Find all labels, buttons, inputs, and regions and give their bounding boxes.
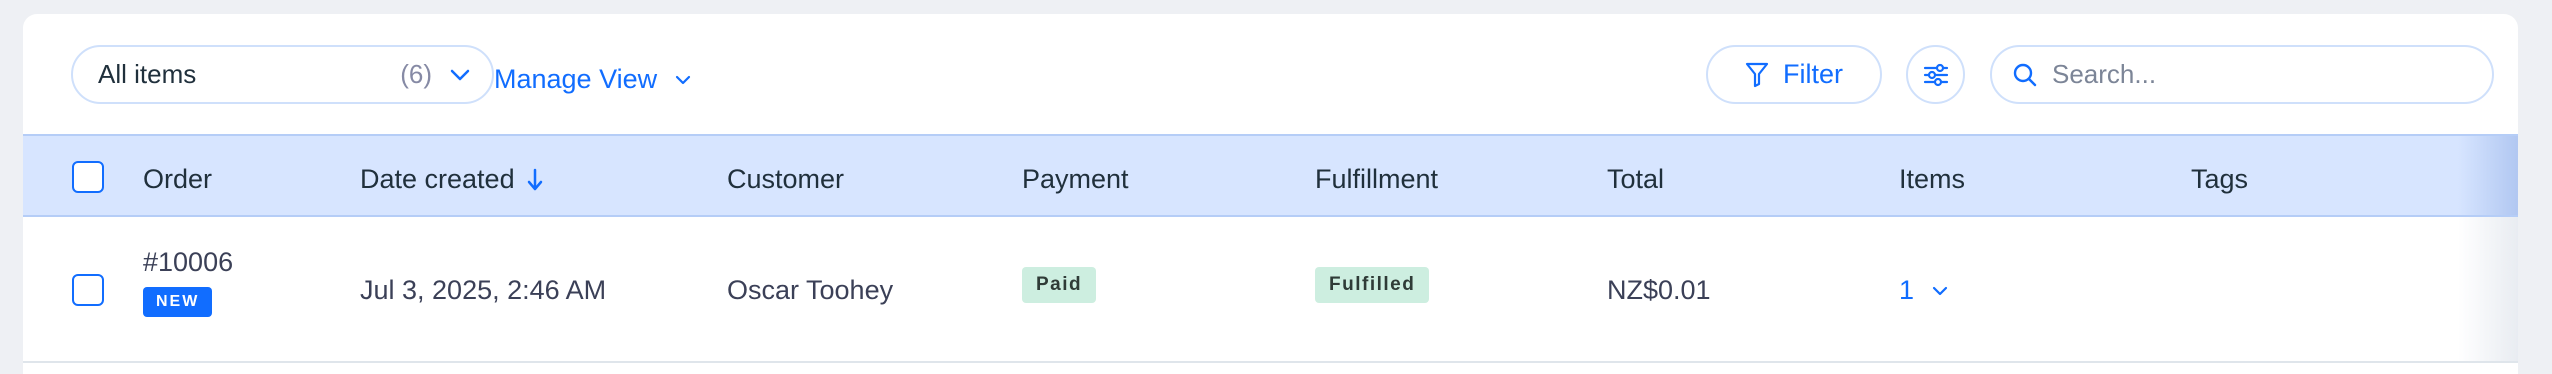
- column-header-fulfillment[interactable]: Fulfillment: [1315, 164, 1438, 195]
- column-header-tags[interactable]: Tags: [2191, 164, 2248, 195]
- column-header-payment[interactable]: Payment: [1022, 164, 1129, 195]
- view-select-label: All items: [98, 59, 197, 89]
- search-box: [1990, 45, 2494, 104]
- scroll-shadow: [2458, 136, 2518, 215]
- table-row[interactable]: #10006 NEW Jul 3, 2025, 2:46 AM Oscar To…: [23, 217, 2518, 363]
- chevron-down-icon: [1932, 286, 1948, 296]
- column-header-date-created-label: Date created: [360, 164, 515, 194]
- column-header-total[interactable]: Total: [1607, 164, 1664, 195]
- select-all-checkbox[interactable]: [72, 161, 104, 193]
- search-input[interactable]: [2052, 59, 2472, 90]
- payment-status-badge: Paid: [1022, 267, 1097, 303]
- items-dropdown[interactable]: 1: [1899, 275, 1948, 306]
- arrow-down-icon: [527, 168, 543, 192]
- date-created-cell: Jul 3, 2025, 2:46 AM: [360, 275, 607, 305]
- customer-cell: Oscar Toohey: [727, 275, 894, 305]
- view-select-dropdown[interactable]: All items (6): [71, 45, 494, 104]
- search-icon: [2012, 62, 2038, 88]
- table-settings-button[interactable]: [1906, 45, 1965, 104]
- column-header-customer[interactable]: Customer: [727, 164, 844, 195]
- column-header-date-created[interactable]: Date created: [360, 164, 543, 195]
- fulfillment-status-badge: Fulfilled: [1315, 267, 1430, 303]
- column-header-order[interactable]: Order: [143, 164, 212, 195]
- scroll-shadow: [2458, 217, 2518, 361]
- filter-button[interactable]: Filter: [1706, 45, 1882, 104]
- column-header-items[interactable]: Items: [1899, 164, 1965, 195]
- chevron-down-icon: [450, 69, 470, 81]
- manage-view-label: Manage View: [494, 64, 658, 94]
- new-badge: NEW: [143, 287, 213, 317]
- total-cell: NZ$0.01: [1607, 275, 1711, 305]
- items-count: 1: [1899, 275, 1915, 305]
- chevron-down-icon: [675, 75, 691, 85]
- order-number: #10006: [143, 247, 234, 277]
- sliders-icon: [1923, 63, 1949, 87]
- manage-view-button[interactable]: Manage View: [494, 64, 691, 95]
- table-header: Order Date created Customer Payment Fulf…: [23, 134, 2518, 217]
- row-checkbox[interactable]: [72, 274, 104, 306]
- filter-icon: [1745, 62, 1769, 88]
- filter-label: Filter: [1783, 59, 1843, 89]
- view-select-count: (6): [400, 59, 432, 89]
- orders-card: All items (6) Manage View Filter Search.…: [23, 14, 2518, 374]
